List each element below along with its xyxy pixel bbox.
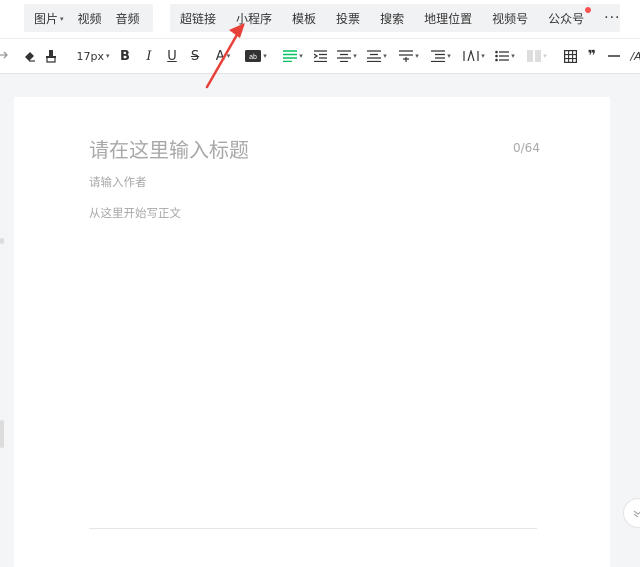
quote-icon[interactable]: ❞ [585,47,599,65]
background-color-icon[interactable]: ab ▾ [244,47,268,65]
insert-video-button[interactable]: 视频 [78,10,102,27]
media-insert-group: 图片 ▾ 视频 音频 [24,4,153,32]
insert-official-account-button[interactable]: 公众号 [548,6,592,27]
line-height-icon[interactable]: ▾ [366,47,388,65]
collapse-toggle-icon[interactable] [623,498,640,528]
paragraph-spacing-icon[interactable]: ▾ [398,47,420,65]
format-toolbar: 17px ▾ B I U S A ▾ ab ▾ ▾ ▾ ▾ ▾ ▾ ▾ ▾ ▾ ❞ /… [0,38,640,74]
chevron-down-icon: ▾ [511,52,515,60]
bold-icon[interactable]: B [118,47,132,65]
insert-template-button[interactable]: 模板 [292,10,316,27]
column-icon[interactable]: ▾ [526,47,548,65]
chevron-down-icon: ▾ [383,52,387,60]
insert-hyperlink-button[interactable]: 超链接 [180,10,216,27]
chevron-down-icon: ▾ [105,52,110,60]
font-size-select[interactable]: 17px ▾ [76,47,110,65]
chevron-down-icon: ▾ [226,52,231,60]
insert-search-button[interactable]: 搜索 [380,10,404,27]
chevron-down-icon: ▾ [263,52,267,60]
italic-icon[interactable]: I [142,47,156,65]
scroll-handle[interactable] [0,420,4,448]
chevron-down-icon: ▾ [299,52,303,60]
list-icon[interactable]: ▾ [494,47,516,65]
insert-vote-button[interactable]: 投票 [336,10,360,27]
notification-badge [585,6,592,13]
chevron-down-icon: ▾ [353,52,357,60]
table-icon[interactable] [563,47,577,65]
title-input[interactable]: 请在这里输入标题 [89,134,249,163]
insert-image-button[interactable]: 图片 ▾ [34,10,64,27]
body-input[interactable]: 从这里开始写正文 [89,205,181,221]
chevron-down-icon: ▾ [60,15,64,23]
divider [89,528,537,529]
title-char-counter: 0/64 [513,141,540,155]
font-icon[interactable]: /A [629,47,640,65]
author-input[interactable]: 请输入作者 [89,174,147,190]
insert-toolbar: 图片 ▾ 视频 音频 超链接 小程序 模板 投票 搜索 地理位置 视频号 公众号 … [0,0,640,38]
strikethrough-icon[interactable]: S [188,47,202,65]
chevron-down-icon: ▾ [447,52,451,60]
align-icon[interactable]: ▾ [336,47,358,65]
indent-icon[interactable] [313,47,327,65]
insert-audio-button[interactable]: 音频 [116,10,140,27]
align-left-icon[interactable]: ▾ [282,47,304,65]
more-icon[interactable]: ··· [604,10,620,26]
insert-location-button[interactable]: 地理位置 [424,10,472,27]
insert-channels-button[interactable]: 视频号 [492,10,528,27]
feature-insert-group: 超链接 小程序 模板 投票 搜索 地理位置 视频号 公众号 ··· [170,4,620,32]
underline-icon[interactable]: U [165,47,179,65]
editor-canvas[interactable]: 请在这里输入标题 0/64 请输入作者 从这里开始写正文 [14,97,610,567]
chevron-down-icon: ▾ [481,52,485,60]
font-color-icon[interactable]: A ▾ [212,47,234,65]
first-line-indent-icon[interactable]: ▾ [430,47,452,65]
chevron-down-icon: ▾ [543,52,547,60]
clear-format-icon[interactable] [22,47,38,65]
format-brush-icon[interactable] [43,47,59,65]
divider-icon[interactable] [607,47,621,65]
undo-icon[interactable] [0,47,10,65]
letter-spacing-icon[interactable]: ▾ [462,47,486,65]
scroll-handle[interactable] [0,238,4,244]
insert-miniprogram-button[interactable]: 小程序 [236,10,272,27]
svg-text:ab: ab [249,54,257,61]
chevron-down-icon: ▾ [415,52,419,60]
